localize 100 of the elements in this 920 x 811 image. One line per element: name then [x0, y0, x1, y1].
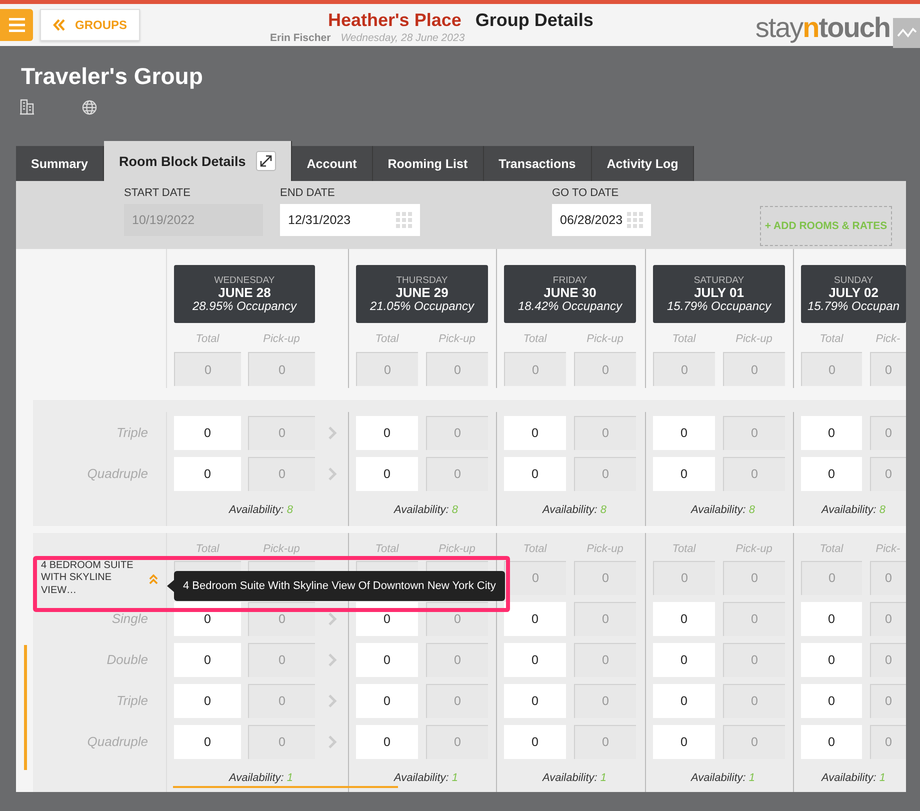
pickup-field[interactable]: 0 [723, 352, 785, 386]
pickup-field[interactable]: 0 [870, 416, 906, 450]
pickup-field[interactable]: 0 [870, 642, 906, 676]
date-field[interactable]: 12/31/2023 [280, 204, 420, 236]
pickup-field[interactable]: 0 [574, 456, 636, 490]
pickup-field[interactable]: 0 [574, 416, 636, 450]
chevron-right-icon[interactable] [328, 426, 336, 440]
total-field[interactable]: 0 [801, 456, 862, 490]
chevron-right-icon[interactable] [328, 694, 336, 708]
pickup-field[interactable]: 0 [574, 684, 636, 718]
pickup-field[interactable]: 0 [426, 456, 488, 490]
tab[interactable]: Activity Log [592, 146, 694, 181]
calendar-icon[interactable] [627, 212, 643, 228]
total-field[interactable]: 0 [174, 724, 241, 758]
total-field[interactable]: 0 [801, 724, 862, 758]
building-icon[interactable] [20, 99, 34, 115]
pickup-field[interactable]: 0 [248, 724, 315, 758]
pickup-field[interactable]: 0 [870, 456, 906, 490]
pickup-field[interactable]: 0 [574, 724, 636, 758]
pickup-field[interactable]: 0 [248, 642, 315, 676]
chevron-right-icon[interactable] [328, 466, 336, 480]
tab[interactable]: Room Block Details [104, 141, 292, 181]
total-field[interactable]: 0 [653, 456, 715, 490]
total-field[interactable]: 0 [653, 602, 715, 636]
pickup-field[interactable]: 0 [723, 724, 785, 758]
total-field[interactable]: 0 [653, 642, 715, 676]
chevron-right-icon[interactable] [328, 734, 336, 748]
total-field[interactable]: 0 [356, 352, 418, 386]
total-field[interactable]: 0 [653, 416, 715, 450]
total-field[interactable]: 0 [504, 684, 566, 718]
pickup-field[interactable]: 0 [426, 684, 488, 718]
total-field[interactable]: 0 [504, 602, 566, 636]
total-field[interactable]: 0 [653, 352, 715, 386]
total-field[interactable]: 0 [801, 602, 862, 636]
tab[interactable]: Account [292, 146, 373, 181]
date-label: END DATE [280, 187, 336, 199]
total-field[interactable]: 0 [653, 684, 715, 718]
pickup-field[interactable]: 0 [248, 684, 315, 718]
pickup-field[interactable]: 0 [248, 352, 315, 386]
date-field[interactable]: 06/28/2023 [552, 204, 651, 236]
total-field[interactable]: 0 [504, 416, 566, 450]
total-field[interactable]: 0 [504, 456, 566, 490]
back-button[interactable]: GROUPS [40, 9, 140, 41]
pickup-field[interactable]: 0 [723, 416, 785, 450]
total-field[interactable]: 0 [801, 684, 862, 718]
pickup-field[interactable]: 0 [870, 684, 906, 718]
total-field[interactable]: 0 [356, 642, 418, 676]
activity-button[interactable] [893, 18, 920, 48]
total-field[interactable]: 0 [653, 724, 715, 758]
total-field[interactable]: 0 [174, 456, 241, 490]
total-field[interactable]: 0 [356, 456, 418, 490]
pickup-field[interactable]: 0 [723, 684, 785, 718]
pickup-field[interactable]: 0 [248, 416, 315, 450]
tab[interactable]: Summary [16, 146, 104, 181]
pickup-field[interactable]: 0 [870, 352, 906, 386]
total-field[interactable]: 0 [356, 684, 418, 718]
pickup-field[interactable]: 0 [723, 602, 785, 636]
tab[interactable]: Transactions [484, 146, 592, 181]
total-field[interactable]: 0 [653, 560, 715, 594]
pickup-field[interactable]: 0 [870, 724, 906, 758]
total-field[interactable]: 0 [801, 560, 862, 594]
pickup-field[interactable]: 0 [723, 642, 785, 676]
total-field[interactable]: 0 [356, 724, 418, 758]
total-field[interactable]: 0 [801, 642, 862, 676]
pickup-field[interactable]: 0 [426, 352, 488, 386]
pickup-field[interactable]: 0 [870, 602, 906, 636]
room-type-name[interactable]: 4 BEDROOM SUITE WITH SKYLINE VIEW… [41, 560, 146, 598]
pickup-field[interactable]: 0 [426, 724, 488, 758]
pickup-field[interactable]: 0 [574, 642, 636, 676]
pickup-field[interactable]: 0 [248, 456, 315, 490]
expand-icon[interactable] [256, 151, 276, 171]
pickup-field[interactable]: 0 [574, 352, 636, 386]
chevron-right-icon[interactable] [328, 652, 336, 666]
add-rooms-button[interactable]: + ADD ROOMS & RATES [760, 206, 892, 246]
total-field[interactable]: 0 [174, 416, 241, 450]
availability: Availability: 1 [394, 772, 458, 784]
chevron-right-icon[interactable] [328, 612, 336, 626]
total-field[interactable]: 0 [504, 724, 566, 758]
globe-icon[interactable] [82, 100, 97, 114]
total-field[interactable]: 0 [504, 560, 566, 594]
total-field[interactable]: 0 [356, 416, 418, 450]
total-field[interactable]: 0 [174, 642, 241, 676]
tab[interactable]: Rooming List [372, 146, 484, 181]
pickup-field[interactable]: 0 [574, 560, 636, 594]
menu-button[interactable] [0, 9, 33, 41]
total-field[interactable]: 0 [504, 352, 566, 386]
pickup-field[interactable]: 0 [723, 456, 785, 490]
total-field[interactable]: 0 [801, 416, 862, 450]
total-field[interactable]: 0 [174, 352, 241, 386]
total-field[interactable]: 0 [174, 684, 241, 718]
total-field[interactable]: 0 [504, 642, 566, 676]
pickup-field[interactable]: 0 [426, 416, 488, 450]
pickup-field[interactable]: 0 [574, 602, 636, 636]
pickup-field[interactable]: 0 [723, 560, 785, 594]
day-date: JULY 01 [694, 286, 744, 300]
pickup-field[interactable]: 0 [870, 560, 906, 594]
total-field[interactable]: 0 [801, 352, 862, 386]
calendar-icon[interactable] [396, 212, 412, 228]
collapse-icon[interactable] [149, 572, 158, 584]
pickup-field[interactable]: 0 [426, 642, 488, 676]
